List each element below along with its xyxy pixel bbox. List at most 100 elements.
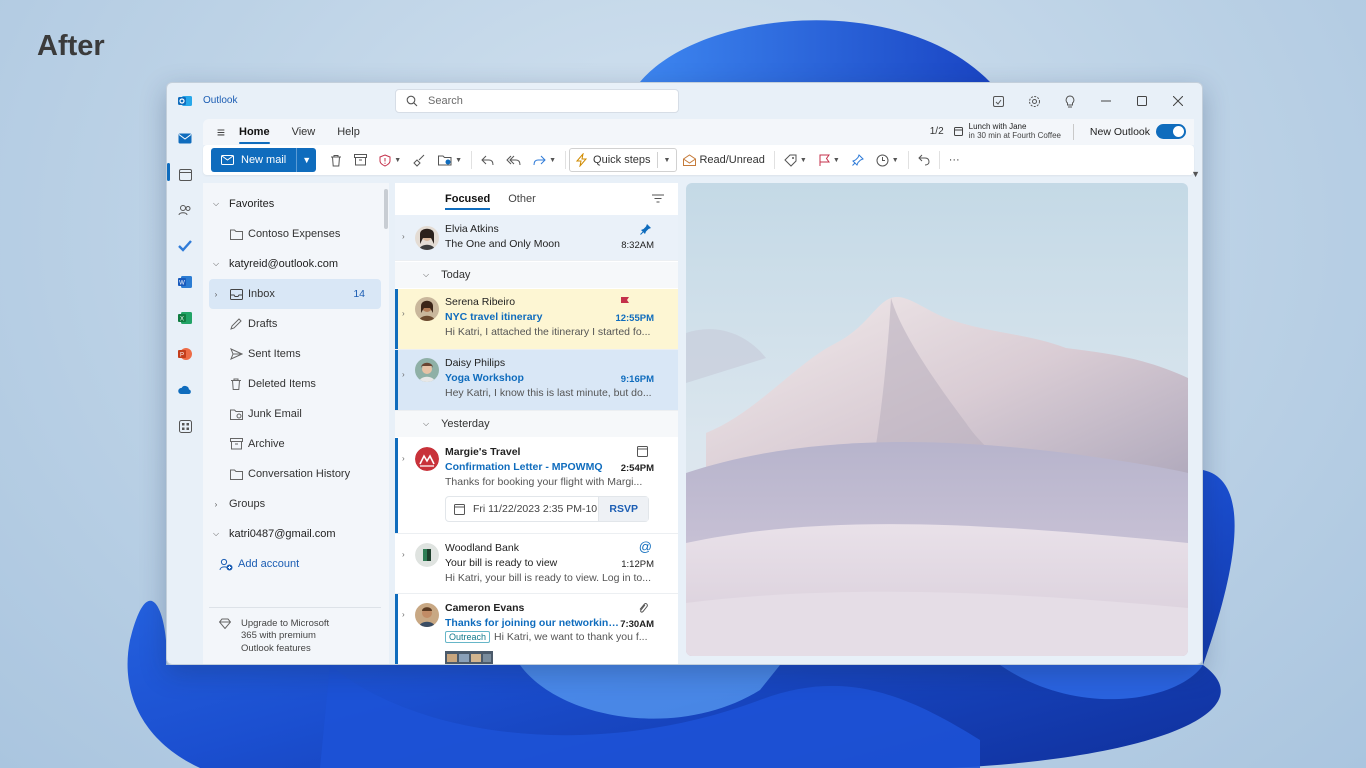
- ribbon-collapse-chevron-icon[interactable]: ▼: [1191, 169, 1200, 179]
- group-header-yesterday[interactable]: ⌵ Yesterday: [395, 411, 678, 437]
- message-subject: Confirmation Letter - MPOWMQ: [445, 461, 603, 473]
- folder-scrollbar[interactable]: [384, 189, 388, 229]
- folder-pane: ⌵ Favorites Contoso Expenses ⌵ katyreid@…: [203, 183, 389, 664]
- chevron-down-icon: ▼: [891, 156, 899, 164]
- folder-deleted-items[interactable]: Deleted Items: [209, 369, 381, 399]
- event-date: Fri 11/22/2023 2:35 PM-10: [473, 503, 598, 515]
- diamond-icon: [219, 618, 231, 629]
- chevron-down-icon: ⌵: [423, 270, 430, 279]
- envelope-open-icon: [683, 154, 697, 166]
- svg-text:P: P: [180, 353, 184, 359]
- chevron-down-icon: ⌵: [212, 199, 220, 208]
- archive-button[interactable]: [348, 148, 373, 172]
- folder-inbox[interactable]: › Inbox 14: [209, 279, 381, 309]
- groups-label: Groups: [229, 498, 266, 510]
- tab-help[interactable]: Help: [337, 126, 360, 138]
- settings-gear-icon[interactable]: [1016, 91, 1052, 111]
- folder-archive[interactable]: Archive: [209, 429, 381, 459]
- reminder-title: Lunch with Jane: [968, 122, 1027, 131]
- rsvp-button[interactable]: RSVP: [598, 497, 648, 521]
- message-item[interactable]: › Daisy Philips Yoga Workshop 9:16PM Hey…: [395, 350, 678, 411]
- more-apps-icon[interactable]: [177, 418, 193, 434]
- maximize-icon[interactable]: [1124, 91, 1160, 111]
- folder-drafts[interactable]: Drafts: [209, 309, 381, 339]
- filter-icon[interactable]: [652, 194, 664, 203]
- forward-button[interactable]: ▼: [527, 148, 562, 172]
- new-mail-button[interactable]: New mail: [211, 148, 297, 172]
- delete-button[interactable]: [324, 148, 348, 172]
- account-katri-header[interactable]: ⌵ katri0487@gmail.com: [209, 519, 381, 549]
- new-mail-dropdown-chevron-icon[interactable]: ▼: [296, 148, 317, 172]
- rail-active-indicator: [167, 163, 170, 181]
- snooze-button[interactable]: ▼: [870, 148, 905, 172]
- send-icon: [229, 347, 243, 361]
- reply-button[interactable]: [475, 148, 500, 172]
- groups-header[interactable]: › Groups: [209, 489, 381, 519]
- folder-label: Deleted Items: [248, 378, 316, 390]
- search-input[interactable]: Search: [395, 89, 679, 113]
- chevron-right-icon: ›: [214, 289, 218, 299]
- tab-other[interactable]: Other: [508, 193, 536, 205]
- selected-indicator: [395, 350, 398, 410]
- tab-view[interactable]: View: [292, 126, 316, 138]
- hamburger-menu-icon[interactable]: ≡: [203, 124, 239, 140]
- sweep-button[interactable]: [407, 148, 432, 172]
- minimize-icon[interactable]: [1088, 91, 1124, 111]
- powerpoint-icon[interactable]: P: [177, 346, 193, 362]
- people-icon[interactable]: [177, 202, 193, 218]
- group-header-today[interactable]: ⌵ Today: [395, 262, 678, 288]
- read-unread-button[interactable]: Read/Unread: [677, 148, 770, 172]
- unread-indicator: [395, 289, 398, 349]
- reply-all-button[interactable]: [500, 148, 527, 172]
- report-button[interactable]: ▼: [373, 148, 407, 172]
- add-account-link[interactable]: Add account: [209, 549, 381, 579]
- message-item[interactable]: › Cameron Evans Thanks for joining our n…: [395, 594, 678, 664]
- clock-icon: [876, 154, 889, 166]
- new-outlook-toggle[interactable]: [1156, 124, 1186, 139]
- flag-icon: [621, 297, 629, 308]
- close-icon[interactable]: [1160, 91, 1196, 111]
- undo-button[interactable]: [912, 148, 936, 172]
- paperclip-icon: [639, 603, 648, 613]
- message-item[interactable]: › Woodland Bank @ Your bill is ready to …: [395, 534, 678, 594]
- message-item[interactable]: › Margie's Travel Confirmation Letter - …: [395, 438, 678, 534]
- tips-lightbulb-icon[interactable]: [1052, 91, 1088, 111]
- reply-icon: [481, 155, 494, 165]
- my-day-icon[interactable]: [980, 91, 1016, 111]
- folder-label: Junk Email: [248, 408, 302, 420]
- search-icon: [406, 95, 418, 107]
- move-to-button[interactable]: ▼: [432, 148, 468, 172]
- account-katyreid-header[interactable]: ⌵ katyreid@outlook.com: [209, 249, 381, 279]
- onedrive-icon[interactable]: [177, 382, 193, 398]
- message-sender: Margie's Travel: [445, 446, 521, 458]
- avatar: [415, 603, 439, 627]
- trash-icon: [229, 377, 243, 391]
- reminder-detail: in 30 min at Fourth Coffee: [968, 130, 1061, 140]
- upgrade-banner[interactable]: Upgrade to Microsoft 365 with premium Ou…: [209, 606, 381, 656]
- quick-steps-button[interactable]: Quick steps ▼: [569, 148, 678, 172]
- excel-icon[interactable]: X: [177, 310, 193, 326]
- folder-move-icon: [438, 155, 452, 166]
- flag-button[interactable]: ▼: [813, 148, 846, 172]
- folder-contoso-expenses[interactable]: Contoso Expenses: [209, 219, 381, 249]
- calendar-icon[interactable]: [177, 166, 193, 182]
- message-item[interactable]: › Elvia Atkins The One and Only Moon 8:3…: [395, 215, 678, 261]
- mail-icon[interactable]: [177, 130, 193, 146]
- todo-icon[interactable]: [177, 238, 193, 254]
- pin-button[interactable]: [846, 148, 870, 172]
- tab-focused[interactable]: Focused: [445, 193, 491, 210]
- message-time: 2:54PM: [620, 463, 654, 474]
- more-options-button[interactable]: ···: [943, 148, 966, 172]
- favorites-header[interactable]: ⌵ Favorites: [209, 189, 381, 219]
- folder-junk-email[interactable]: Junk Email: [209, 399, 381, 429]
- event-reminder[interactable]: 1/2 Lunch with Jane in 30 min at Fourth …: [930, 122, 1074, 141]
- tab-home[interactable]: Home: [239, 126, 270, 144]
- folder-sent-items[interactable]: Sent Items: [209, 339, 381, 369]
- chevron-right-icon: ›: [402, 232, 405, 241]
- message-item[interactable]: › Serena Ribeiro NYC travel itinerary 12…: [395, 289, 678, 350]
- categorize-button[interactable]: ▼: [778, 148, 813, 172]
- chevron-down-icon: ▼: [394, 156, 402, 164]
- word-icon[interactable]: W: [177, 274, 193, 290]
- chevron-right-icon: ›: [402, 610, 405, 619]
- folder-conversation-history[interactable]: Conversation History: [209, 459, 381, 489]
